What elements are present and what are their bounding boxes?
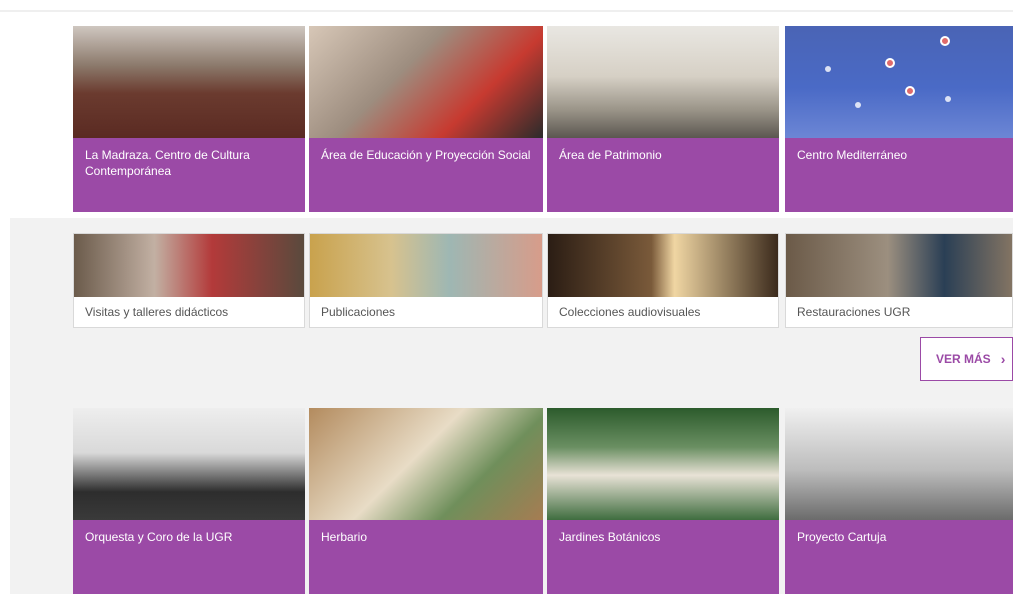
bottom-card-jardines[interactable]: Jardines Botánicos	[547, 408, 779, 594]
bottom-card-title-panel: Herbario	[309, 520, 543, 594]
map-pin-icon	[885, 58, 895, 68]
conference-photo-icon	[73, 26, 305, 138]
herbarium-photo-icon	[309, 408, 543, 520]
map-pin-icon	[905, 86, 915, 96]
bottom-card-title: Proyecto Cartuja	[797, 530, 887, 544]
ver-mas-button[interactable]: VER MÁS ›	[920, 337, 1013, 381]
featured-card-title-panel: Centro Mediterráneo	[785, 138, 1013, 212]
featured-card-la-madraza[interactable]: La Madraza. Centro de Cultura Contemporá…	[73, 26, 305, 212]
featured-card-title-panel: Área de Patrimonio	[547, 138, 779, 212]
featured-card-title-panel: Área de Educación y Proyección Social	[309, 138, 543, 212]
featured-card-educacion[interactable]: Área de Educación y Proyección Social	[309, 26, 543, 212]
bottom-card-title: Herbario	[321, 530, 368, 544]
cartuja-photo-icon	[785, 408, 1013, 520]
courtyard-photo-icon	[547, 26, 779, 138]
featured-card-title-panel: La Madraza. Centro de Cultura Contemporá…	[73, 138, 305, 212]
map-dot-icon	[855, 102, 861, 108]
bottom-card-title-panel: Jardines Botánicos	[547, 520, 779, 594]
orchestra-photo-icon	[73, 408, 305, 520]
map-photo-icon	[785, 26, 1013, 138]
featured-card-patrimonio[interactable]: Área de Patrimonio	[547, 26, 779, 212]
gallery-visit-photo-icon	[74, 234, 304, 297]
small-card-title: Visitas y talleres didácticos	[74, 297, 304, 327]
featured-card-title: Centro Mediterráneo	[797, 148, 908, 162]
map-dot-icon	[825, 66, 831, 72]
map-pin-icon	[940, 36, 950, 46]
featured-card-centro-mediterraneo[interactable]: Centro Mediterráneo	[785, 26, 1013, 212]
small-card-title: Restauraciones UGR	[786, 297, 1012, 327]
small-card-publicaciones[interactable]: Publicaciones	[309, 233, 543, 328]
bottom-card-title-panel: Orquesta y Coro de la UGR	[73, 520, 305, 594]
featured-card-title: Área de Educación y Proyección Social	[321, 148, 531, 162]
restoration-photo-icon	[786, 234, 1012, 297]
small-card-colecciones[interactable]: Colecciones audiovisuales	[547, 233, 779, 328]
small-card-title: Colecciones audiovisuales	[548, 297, 778, 327]
map-dot-icon	[945, 96, 951, 102]
ver-mas-label: VER MÁS	[936, 352, 991, 366]
avenue-photo-icon	[548, 234, 778, 297]
small-card-restauraciones[interactable]: Restauraciones UGR	[785, 233, 1013, 328]
small-card-visitas[interactable]: Visitas y talleres didácticos	[73, 233, 305, 328]
bottom-card-title: Jardines Botánicos	[559, 530, 661, 544]
bottom-card-orquesta[interactable]: Orquesta y Coro de la UGR	[73, 408, 305, 594]
featured-card-title: La Madraza. Centro de Cultura Contemporá…	[85, 148, 250, 178]
chevron-right-icon: ›	[1000, 351, 1006, 367]
hands-photo-icon	[309, 26, 543, 138]
bottom-card-title-panel: Proyecto Cartuja	[785, 520, 1013, 594]
painting-photo-icon	[310, 234, 542, 297]
bottom-card-herbario[interactable]: Herbario	[309, 408, 543, 594]
garden-gate-photo-icon	[547, 408, 779, 520]
bottom-card-title: Orquesta y Coro de la UGR	[85, 530, 233, 544]
small-card-title: Publicaciones	[310, 297, 542, 327]
featured-card-title: Área de Patrimonio	[559, 148, 662, 162]
bottom-card-cartuja[interactable]: Proyecto Cartuja	[785, 408, 1013, 594]
